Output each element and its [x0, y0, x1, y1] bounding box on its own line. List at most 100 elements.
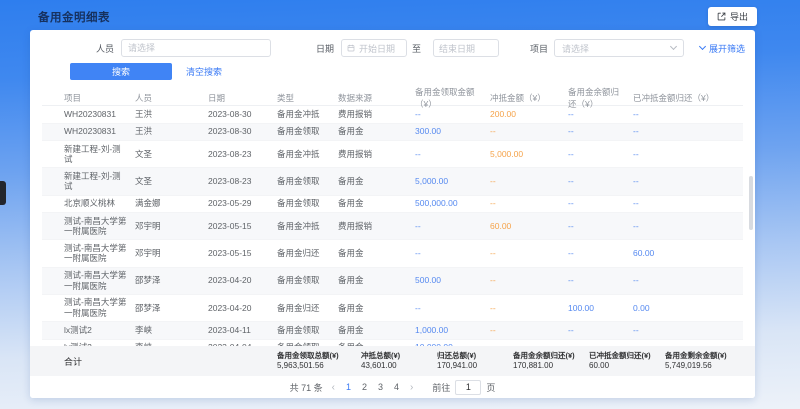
date-start-input[interactable]: 开始日期	[341, 39, 407, 57]
person-select[interactable]	[121, 39, 271, 57]
page-numbers: 1234	[344, 382, 401, 392]
cell-date: 2023-05-29	[208, 196, 277, 212]
cell-received-amount: --	[415, 218, 490, 234]
cell-received-amount: 300.00	[415, 124, 490, 140]
table-row[interactable]: 新建工程-刘-测试 文圣 2023-08-23 备用金冲抵 费用报销 -- 5,…	[42, 141, 743, 168]
cell-offset-return: --	[633, 322, 743, 338]
date-start-placeholder: 开始日期	[359, 42, 395, 55]
cell-source: 备用金	[338, 196, 415, 212]
total-value: 5,963,501.56	[277, 361, 361, 371]
table-row[interactable]: 新建工程-刘-测试 文圣 2023-08-23 备用金领取 备用金 5,000.…	[42, 168, 743, 195]
project-filter-label: 项目	[524, 42, 548, 55]
page-background: 备用金明细表 导出 人员 日期 开始日期 至	[0, 0, 800, 409]
cell-offset-return: --	[633, 196, 743, 212]
total-label: 已冲抵金额归还(¥)	[589, 351, 665, 361]
pagination-bar: 共 71 条 ‹ 1234 › 前往 页	[30, 376, 755, 398]
filter-actions-row: 搜索 清空搜索	[30, 62, 755, 80]
total-block: 备用金剩余金额(¥) 5,749,019.56	[665, 351, 741, 371]
goto-prefix: 前往	[432, 381, 450, 394]
cell-type: 备用金领取	[277, 322, 338, 338]
cell-source: 备用金	[338, 174, 415, 190]
project-select[interactable]: 请选择	[554, 39, 684, 57]
search-button[interactable]: 搜索	[70, 63, 172, 80]
cell-offset-return: --	[633, 106, 743, 122]
date-end-input[interactable]: 结束日期	[433, 39, 499, 57]
cell-source: 费用报销	[338, 218, 415, 234]
totals-row: 合计 备用金领取总额(¥) 5,963,501.56 冲抵总额(¥) 43,60…	[30, 346, 755, 376]
cell-project: 新建工程-刘-测试	[64, 168, 135, 194]
cell-date: 2023-04-20	[208, 300, 277, 316]
table-row[interactable]: 测试-南昌大学第一附属医院 邵梦泽 2023-04-20 备用金归还 备用金 -…	[42, 295, 743, 322]
cell-received-amount: 5,000.00	[415, 174, 490, 190]
content-card: 人员 日期 开始日期 至 结束日期 项目 请选择	[30, 30, 755, 398]
chevron-down-icon	[670, 43, 677, 50]
date-end-placeholder: 结束日期	[439, 42, 475, 55]
table-row[interactable]: lx测试2 李峡 2023-04-11 备用金领取 备用金 1,000.00 -…	[42, 322, 743, 340]
cell-offset-return: --	[633, 218, 743, 234]
cell-project: 测试-南昌大学第一附属医院	[64, 268, 135, 294]
total-value: 60.00	[589, 361, 665, 371]
cell-balance-return: 100.00	[568, 300, 633, 316]
project-select-placeholder: 请选择	[562, 42, 589, 55]
cell-date: 2023-08-30	[208, 124, 277, 140]
cell-balance-return: --	[568, 246, 633, 262]
calendar-icon	[347, 44, 355, 52]
person-select-input[interactable]	[128, 40, 264, 56]
total-label: 冲抵总额(¥)	[361, 351, 437, 361]
cell-person: 邵梦泽	[135, 273, 208, 289]
vertical-scrollbar[interactable]	[749, 176, 753, 230]
cell-person: 文圣	[135, 174, 208, 190]
cell-offset-amount: --	[490, 273, 568, 289]
cell-date: 2023-04-20	[208, 273, 277, 289]
table-column-header: 冲抵金额（¥）	[490, 92, 568, 104]
cell-person: 文圣	[135, 146, 208, 162]
export-button[interactable]: 导出	[708, 7, 757, 26]
cell-person: 邵梦泽	[135, 300, 208, 316]
clear-search-link[interactable]: 清空搜索	[186, 65, 222, 78]
total-block: 已冲抵金额归还(¥) 60.00	[589, 351, 665, 371]
table-row[interactable]: 测试-南昌大学第一附属医院 邵梦泽 2023-04-20 备用金领取 备用金 5…	[42, 268, 743, 295]
cell-offset-amount: --	[490, 174, 568, 190]
table-row[interactable]: WH20230831 王洪 2023-08-30 备用金冲抵 费用报销 -- 2…	[42, 106, 743, 124]
next-page-button[interactable]: ›	[408, 382, 415, 393]
cell-offset-amount: --	[490, 246, 568, 262]
side-drawer-handle[interactable]	[0, 181, 6, 205]
goto-page-input[interactable]	[455, 380, 481, 395]
page-number[interactable]: 2	[360, 382, 369, 392]
table-row[interactable]: 测试-南昌大学第一附属医院 邓宇明 2023-05-15 备用金冲抵 费用报销 …	[42, 213, 743, 240]
total-label: 备用金剩余金额(¥)	[665, 351, 741, 361]
cell-balance-return: --	[568, 106, 633, 122]
cell-received-amount: --	[415, 246, 490, 262]
cell-balance-return: --	[568, 218, 633, 234]
table-column-header: 类型	[277, 92, 338, 104]
cell-source: 备用金	[338, 124, 415, 140]
cell-project: 测试-南昌大学第一附属医院	[64, 213, 135, 239]
cell-balance-return: --	[568, 196, 633, 212]
expand-filters-link[interactable]: 展开筛选	[700, 42, 745, 55]
table-row[interactable]: 测试-南昌大学第一附属医院 邓宇明 2023-05-15 备用金归还 备用金 -…	[42, 240, 743, 267]
table-row[interactable]: 北京顺义桃林 满金娜 2023-05-29 备用金领取 备用金 500,000.…	[42, 196, 743, 214]
cell-type: 备用金领取	[277, 273, 338, 289]
table-row[interactable]: WH20230831 王洪 2023-08-30 备用金领取 备用金 300.0…	[42, 124, 743, 142]
cell-project: WH20230831	[64, 106, 135, 122]
goto-suffix: 页	[486, 381, 495, 394]
cell-source: 费用报销	[338, 146, 415, 162]
page-number[interactable]: 1	[344, 382, 353, 392]
cell-type: 备用金领取	[277, 196, 338, 212]
pagination-total: 共 71 条	[290, 381, 323, 394]
cell-date: 2023-05-15	[208, 218, 277, 234]
expand-filters-label: 展开筛选	[709, 42, 745, 55]
page-title: 备用金明细表	[38, 9, 110, 25]
cell-project: 测试-南昌大学第一附属医院	[64, 295, 135, 321]
page-number[interactable]: 4	[392, 382, 401, 392]
cell-offset-amount: 60.00	[490, 218, 568, 234]
export-label: 导出	[730, 10, 748, 23]
prev-page-button[interactable]: ‹	[330, 382, 337, 393]
cell-balance-return: --	[568, 146, 633, 162]
cell-person: 邓宇明	[135, 218, 208, 234]
cell-date: 2023-05-15	[208, 246, 277, 262]
cell-offset-amount: --	[490, 300, 568, 316]
cell-type: 备用金冲抵	[277, 218, 338, 234]
cell-date: 2023-04-11	[208, 322, 277, 338]
page-number[interactable]: 3	[376, 382, 385, 392]
